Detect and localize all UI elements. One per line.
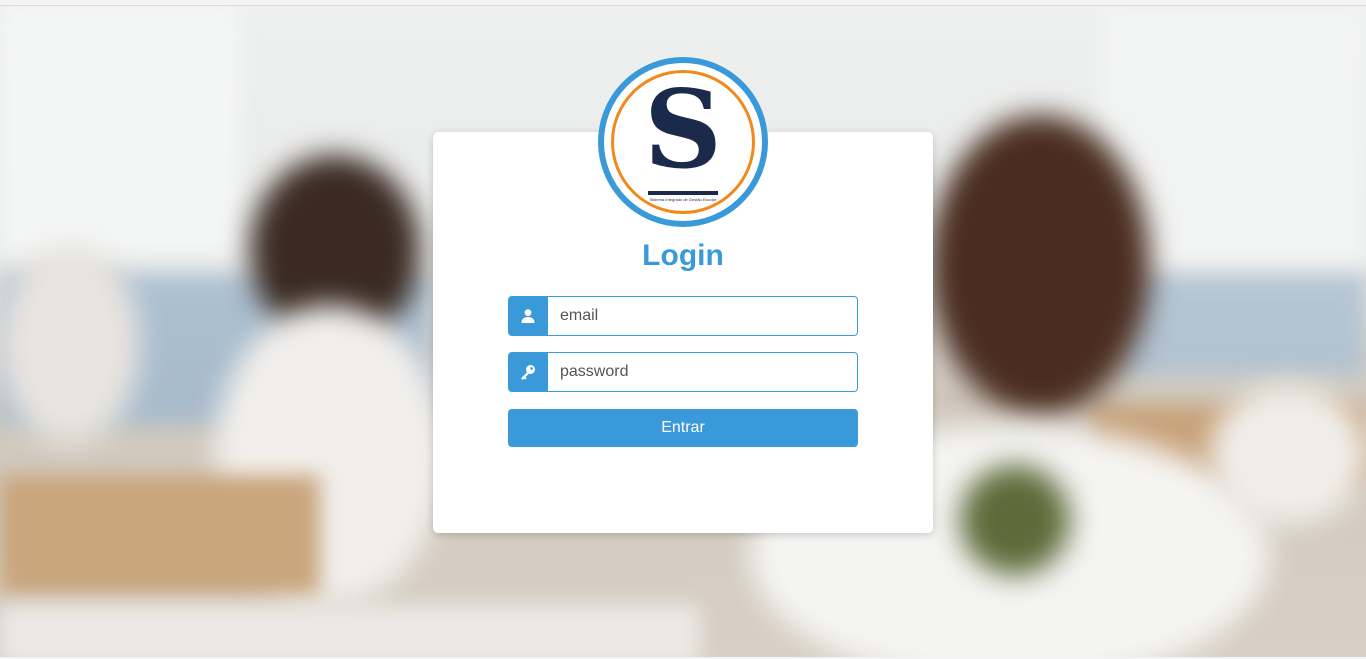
password-field[interactable] [548, 352, 858, 392]
logo-base-bar [648, 191, 718, 195]
logo-caption: Sistema Integrado de Gestão Escolar [649, 197, 717, 202]
top-border [0, 0, 1366, 6]
user-icon [508, 296, 548, 336]
login-title: Login [642, 239, 724, 272]
school-logo: S Sistema Integrado de Gestão Escolar [598, 57, 768, 227]
login-submit-button[interactable]: Entrar [508, 409, 858, 447]
logo-letter: S [644, 67, 722, 193]
email-field[interactable] [548, 296, 858, 336]
email-input-group [508, 296, 858, 336]
key-icon [508, 352, 548, 392]
password-input-group [508, 352, 858, 392]
login-page: S Sistema Integrado de Gestão Escolar Lo… [0, 0, 1366, 659]
